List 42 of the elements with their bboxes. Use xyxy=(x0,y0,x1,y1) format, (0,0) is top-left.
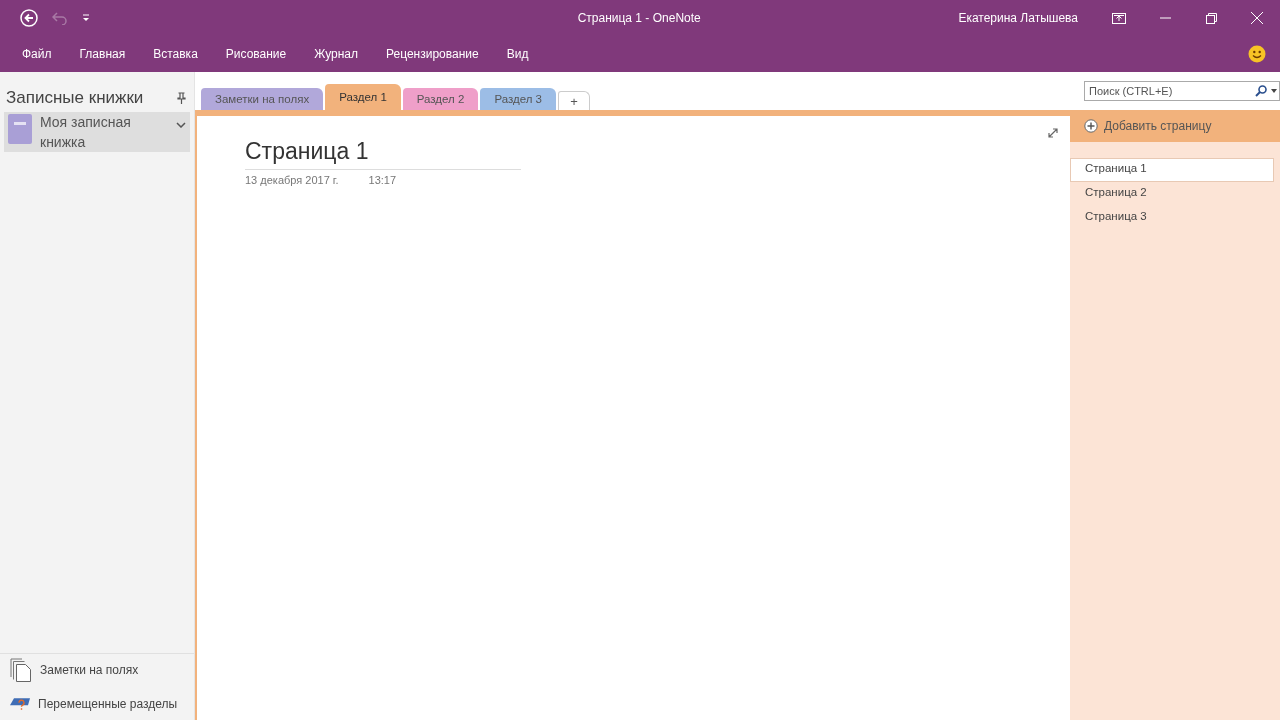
smiley-icon[interactable] xyxy=(1248,45,1266,63)
add-page-button[interactable]: Добавить страницу xyxy=(1070,110,1280,142)
page-date: 13 декабря 2017 г. xyxy=(245,174,339,186)
search-field[interactable]: Поиск (CTRL+E) xyxy=(1089,85,1251,97)
page-title[interactable]: Страница 1 xyxy=(245,138,521,170)
misplaced-section-icon xyxy=(10,697,30,711)
search-icon[interactable] xyxy=(1255,85,1267,97)
expand-icon[interactable] xyxy=(1048,128,1058,138)
restore-icon[interactable] xyxy=(1205,12,1217,24)
section-tab[interactable]: Раздел 1 xyxy=(325,84,401,110)
notebook-item[interactable]: Моя записная книжка xyxy=(4,112,190,152)
ribbon-tab[interactable]: Рисование xyxy=(211,43,301,65)
pages-icon xyxy=(10,658,32,682)
ribbon-tab[interactable]: Рецензирование xyxy=(372,43,493,65)
ribbon-tab[interactable]: Журнал xyxy=(300,43,373,65)
add-section-tab[interactable]: + xyxy=(558,91,590,110)
user-name[interactable]: Екатерина Латышева xyxy=(958,11,1078,25)
ribbon-tab[interactable]: Главная xyxy=(65,43,140,65)
page-item[interactable]: Страница 2 xyxy=(1070,182,1274,206)
back-icon[interactable] xyxy=(20,9,38,27)
pin-icon[interactable] xyxy=(177,92,186,104)
pane-title: Записные книжки xyxy=(6,88,144,108)
minimize-icon[interactable] xyxy=(1159,17,1171,19)
search-box[interactable]: Поиск (CTRL+E) xyxy=(1084,81,1280,101)
pane-footer-item[interactable]: Перемещенные разделы xyxy=(10,692,194,716)
section-tab[interactable]: Заметки на полях xyxy=(201,88,324,110)
plus-circle-icon xyxy=(1084,119,1098,133)
pane-footer-item[interactable]: Заметки на полях xyxy=(10,658,194,682)
customize-toolbar-icon[interactable] xyxy=(82,14,90,22)
close-icon[interactable] xyxy=(1251,12,1263,24)
page-item[interactable]: Страница 1 xyxy=(1070,158,1274,182)
page-time: 13:17 xyxy=(368,174,397,186)
ribbon-tab[interactable]: Вставка xyxy=(139,43,212,65)
section-tab[interactable]: Раздел 3 xyxy=(480,88,556,110)
dropdown-caret-icon[interactable] xyxy=(1271,89,1277,93)
section-tab[interactable]: Раздел 2 xyxy=(402,88,479,110)
ribbon-tab[interactable]: Файл xyxy=(8,43,66,65)
ribbon-display-options-icon[interactable] xyxy=(1112,12,1126,24)
page-item[interactable]: Страница 3 xyxy=(1070,206,1274,230)
chevron-icon[interactable] xyxy=(176,122,186,128)
window-title: Страница 1 - OneNote xyxy=(577,11,701,25)
ribbon-tab[interactable]: Вид xyxy=(492,43,543,65)
